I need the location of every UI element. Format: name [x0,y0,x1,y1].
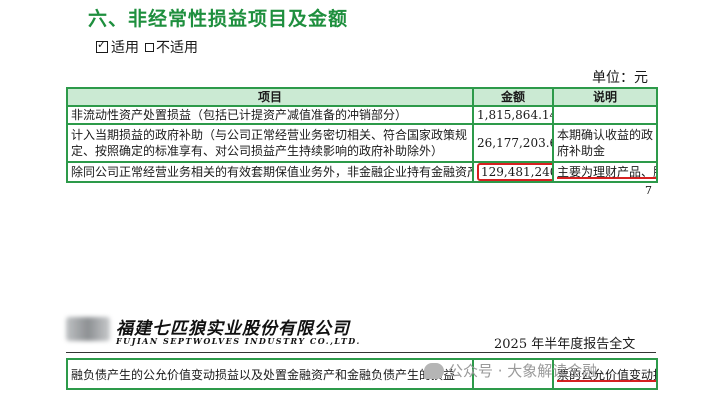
table-row: 计入当期损益的政府补助（与公司正常经营业务密切相关、符合国家政策规定、按照确定的… [66,123,658,163]
applicability-options: 适用 不适用 [96,37,198,57]
row-note [552,105,658,125]
row-item: 非流动性资产处置损益（包括已计提资产减值准备的冲销部分） [66,105,474,125]
header-note: 说明 [552,87,658,107]
row-amount: 1,815,864.14 [472,105,554,125]
row-amount: 26,177,203.64 [472,123,554,163]
table-row: 除同公司正常经营业务相关的有效套期保值业务外，非金融企业持有金融资产和金 129… [66,161,658,183]
header-amount: 金额 [472,87,554,107]
highlighted-amount: 129,481,240.96 [477,164,551,180]
not-applicable-label: 不适用 [156,40,198,56]
row-note: 主要为理财产品、股 [552,161,658,183]
watermark-text: 公众号 · 大象解读金融 [448,362,598,380]
company-name-en: FUJIAN SEPTWOLVES INDUSTRY CO.,LTD. [116,336,361,346]
applicable-label: 适用 [111,40,139,56]
wechat-icon [424,363,444,379]
header-item: 项目 [66,87,474,107]
non-recurring-table: 项目 金额 说明 非流动性资产处置损益（包括已计提资产减值准备的冲销部分） 1,… [66,87,658,183]
watermark: 公众号 · 大象解读金融 [424,360,597,381]
row-amount-cell: 129,481,240.96 [472,161,554,183]
row-item: 融负债产生的公允价值变动损益以及处置金融资产和金融负债产生的损益 [66,358,474,390]
row-item: 除同公司正常经营业务相关的有效套期保值业务外，非金融企业持有金融资产和金 [66,161,474,183]
header-divider [66,352,656,353]
unchecked-box-icon [145,43,154,52]
page-number: 7 [645,184,652,197]
row-item: 计入当期损益的政府补助（与公司正常经营业务密切相关、符合国家政策规定、按照确定的… [66,123,474,163]
unit-label: 单位：元 [592,70,648,86]
section-heading: 六、非经常性损益项目及金额 [88,8,349,30]
underlined-note: 主要为理财产品、股 [557,165,657,179]
table-row: 非流动性资产处置损益（包括已计提资产减值准备的冲销部分） 1,815,864.1… [66,105,658,125]
report-title: 2025 年半年度报告全文 [494,337,636,352]
checked-box-icon [96,38,108,53]
row-note: 本期确认收益的政府补助金 [552,123,658,163]
table-header-row: 项目 金额 说明 [66,87,658,107]
company-logo [66,317,110,341]
